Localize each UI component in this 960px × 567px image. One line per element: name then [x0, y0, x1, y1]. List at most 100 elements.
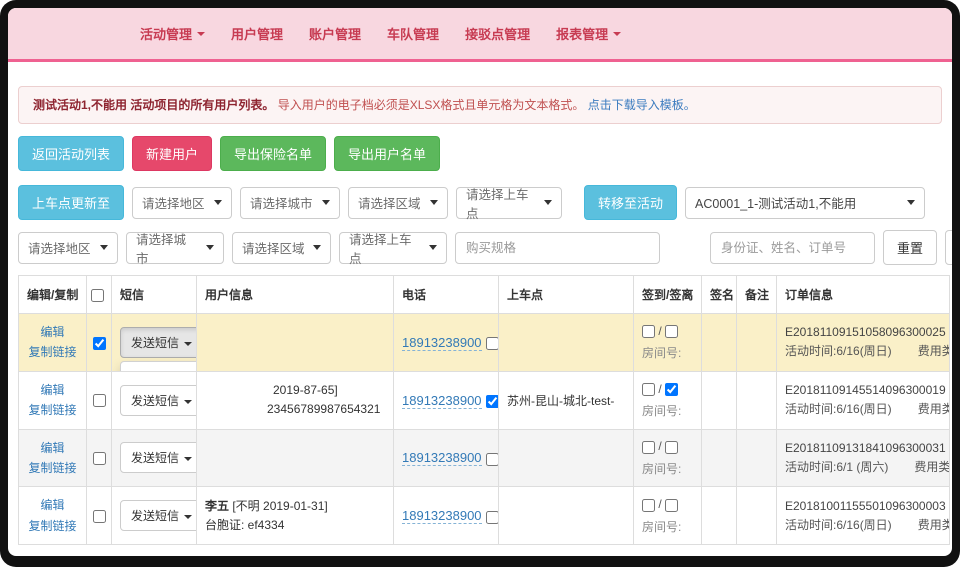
screenshot-frame: 活动管理 用户管理 账户管理 车队管理 接驳点管理 报表管理 测试活动1,不能用…	[0, 0, 960, 567]
user-detail: [不明 2019-01-31]	[229, 499, 328, 513]
phone-checkbox[interactable]	[486, 453, 499, 466]
nav-activity-management[interactable]: 活动管理	[140, 24, 205, 43]
send-sms-button[interactable]: 发送短信	[120, 327, 197, 358]
slash-separator: /	[658, 439, 661, 453]
phone-checkbox[interactable]	[486, 511, 499, 524]
phone-link[interactable]: 18913238900	[402, 335, 482, 351]
user-id-line: 23456789987654321	[205, 400, 385, 419]
nav-label: 接驳点管理	[465, 24, 530, 43]
caret-down-icon	[184, 457, 192, 461]
order-fee-type: 费用类型	[918, 518, 950, 532]
select-value: 请选择城市	[250, 193, 313, 212]
row-checkbox[interactable]	[93, 510, 106, 523]
update-pickup-button[interactable]: 上车点更新至	[18, 185, 124, 220]
phone-link[interactable]: 18913238900	[402, 508, 482, 524]
nav-user-management[interactable]: 用户管理	[231, 24, 283, 43]
select-all-checkbox[interactable]	[91, 289, 104, 302]
send-sms-button[interactable]: 发送短信	[120, 385, 197, 416]
phone-checkbox[interactable]	[486, 337, 499, 350]
new-user-button[interactable]: 新建用户	[132, 136, 212, 171]
city-filter-select[interactable]: 请选择城市	[126, 232, 224, 264]
navbar: 活动管理 用户管理 账户管理 车队管理 接驳点管理 报表管理	[8, 8, 952, 62]
sign-in-checkbox[interactable]	[642, 325, 655, 338]
send-sms-button[interactable]: 发送短信	[120, 500, 197, 531]
send-sms-label: 发送短信	[131, 394, 179, 408]
header-sms: 短信	[112, 276, 197, 314]
edit-link[interactable]: 编辑	[27, 438, 78, 458]
nav-fleet-management[interactable]: 车队管理	[387, 24, 439, 43]
transfer-to-activity-button[interactable]: 转移至活动	[584, 185, 677, 220]
region-filter-select[interactable]: 请选择地区	[18, 232, 118, 264]
sign-out-checkbox[interactable]	[665, 383, 678, 396]
caret-down-icon	[100, 245, 108, 250]
caret-down-icon	[430, 200, 438, 205]
row-checkbox[interactable]	[93, 452, 106, 465]
signature-cell	[702, 371, 737, 429]
pickup-cell	[499, 487, 634, 545]
order-time: 活动时间:6/16(周日)	[785, 402, 892, 416]
pickup-filter-select[interactable]: 请选择上车点	[339, 232, 447, 264]
sign-out-checkbox[interactable]	[665, 325, 678, 338]
city-select[interactable]: 请选择城市	[240, 187, 340, 219]
header-pickup-point: 上车点	[499, 276, 634, 314]
copy-link[interactable]: 复制链接	[27, 458, 78, 478]
nav-account-management[interactable]: 账户管理	[309, 24, 361, 43]
download-template-link[interactable]: 点击下载导入模板。	[588, 98, 696, 112]
filter-button[interactable]: 过滤	[945, 230, 952, 265]
edit-link[interactable]: 编辑	[27, 495, 78, 515]
back-to-activity-list-button[interactable]: 返回活动列表	[18, 136, 124, 171]
order-number: E20181109131841096300031	[785, 439, 941, 458]
edit-link[interactable]: 编辑	[27, 322, 78, 342]
sign-in-checkbox[interactable]	[642, 441, 655, 454]
caret-down-icon	[429, 245, 437, 250]
edit-link[interactable]: 编辑	[27, 380, 78, 400]
caret-down-icon	[214, 200, 222, 205]
region-select[interactable]: 请选择地区	[132, 187, 232, 219]
table-header-row: 编辑/复制 短信 用户信息 电话 上车点 签到/签离 签名 备注 订单信息	[19, 276, 950, 314]
phone-checkbox[interactable]	[486, 395, 499, 408]
pickup-update-row: 上车点更新至 请选择地区 请选择城市 请选择区域 请选择上车点 转移至活动 AC…	[18, 185, 942, 220]
order-fee-type: 费用类型	[918, 344, 950, 358]
nav-report-management[interactable]: 报表管理	[556, 24, 621, 43]
nav-label: 账户管理	[309, 24, 361, 43]
row-checkbox[interactable]	[93, 394, 106, 407]
send-sms-button[interactable]: 发送短信	[120, 442, 197, 473]
purchase-spec-input[interactable]	[455, 232, 660, 264]
caret-down-icon	[313, 245, 321, 250]
send-sms-label: 发送短信	[131, 451, 179, 465]
sign-in-checkbox[interactable]	[642, 383, 655, 396]
copy-link[interactable]: 复制链接	[27, 342, 78, 362]
phone-link[interactable]: 18913238900	[402, 393, 482, 409]
sign-out-checkbox[interactable]	[665, 499, 678, 512]
note-cell	[737, 429, 777, 487]
nav-shuttle-point-management[interactable]: 接驳点管理	[465, 24, 530, 43]
export-user-list-button[interactable]: 导出用户名单	[334, 136, 440, 171]
copy-link[interactable]: 复制链接	[27, 400, 78, 420]
select-value: 请选择区域	[242, 238, 305, 257]
room-number-label: 房间号:	[642, 344, 693, 361]
sign-in-checkbox[interactable]	[642, 499, 655, 512]
activity-select[interactable]: AC0001_1-测试活动1,不能用	[685, 187, 925, 219]
pickup-cell	[499, 314, 634, 372]
header-order-info: 订单信息	[777, 276, 950, 314]
row-checkbox[interactable]	[93, 337, 106, 350]
dropdown-item-request-info-sms[interactable]: 索要信息短信	[121, 368, 197, 371]
caret-down-icon	[197, 32, 205, 36]
search-filter-row: 请选择地区 请选择城市 请选择区域 请选择上车点 重置 过滤	[18, 230, 942, 265]
pickup-point-select[interactable]: 请选择上车点	[456, 187, 562, 219]
copy-link[interactable]: 复制链接	[27, 516, 78, 536]
order-number: E20181109145514096300019	[785, 381, 941, 400]
search-input[interactable]	[710, 232, 875, 264]
area-filter-select[interactable]: 请选择区域	[232, 232, 331, 264]
signature-cell	[702, 487, 737, 545]
page: 活动管理 用户管理 账户管理 车队管理 接驳点管理 报表管理 测试活动1,不能用…	[8, 8, 952, 556]
reset-button[interactable]: 重置	[883, 230, 937, 265]
export-insurance-list-button[interactable]: 导出保险名单	[220, 136, 326, 171]
select-value: 请选择区域	[358, 193, 421, 212]
sign-out-checkbox[interactable]	[665, 441, 678, 454]
area-select[interactable]: 请选择区域	[348, 187, 448, 219]
header-sign-in-out: 签到/签离	[634, 276, 702, 314]
phone-link[interactable]: 18913238900	[402, 450, 482, 466]
room-number-label: 房间号:	[642, 402, 693, 419]
nav-label: 用户管理	[231, 24, 283, 43]
